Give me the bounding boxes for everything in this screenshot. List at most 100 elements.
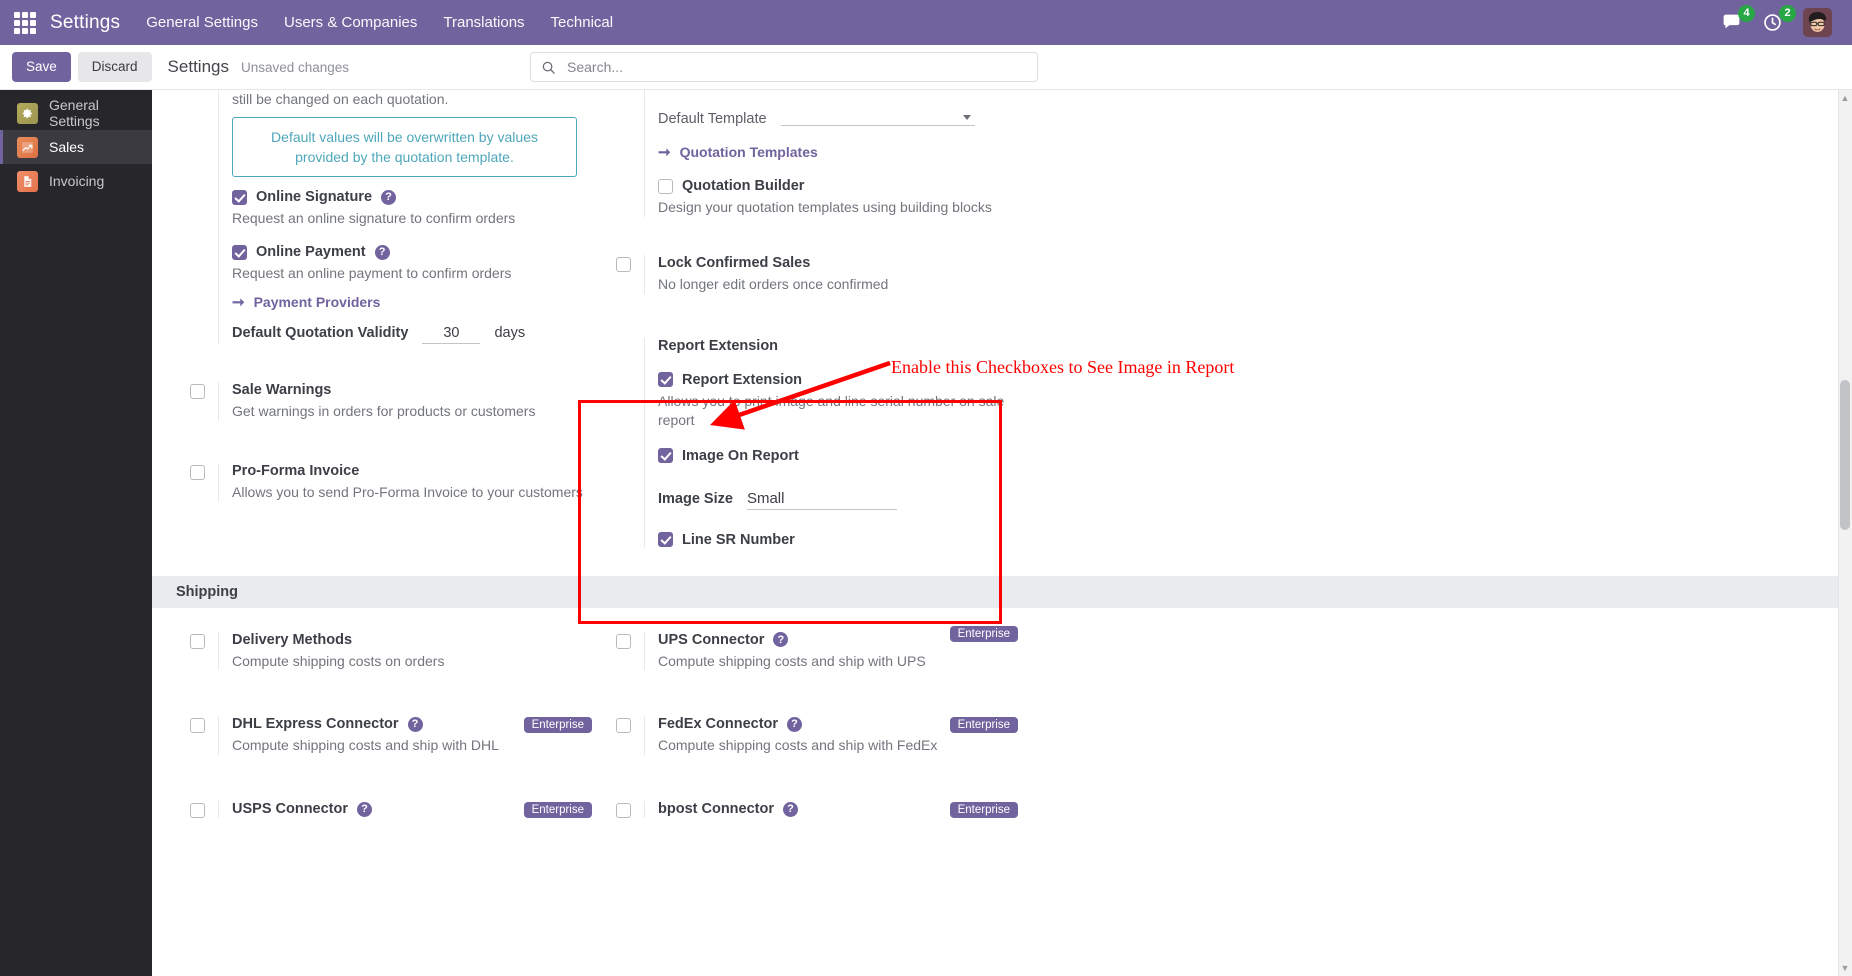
usps-body: USPS Connector ? Enterprise [218,801,602,819]
delivery-methods-checkbox-col [176,632,218,671]
quotation-templates-link[interactable]: ➞ Quotation Templates [658,143,1028,161]
sidebar-item-sales[interactable]: Sales [0,130,152,164]
online-signature-label: Online Signature [256,189,373,206]
online-payment-help: Request an online payment to confirm ord… [232,265,512,282]
image-size-select[interactable]: Small [746,488,897,510]
sale-warnings-body: Sale Warnings Get warnings in orders for… [218,382,602,422]
save-button[interactable]: Save [12,51,71,83]
search-box[interactable] [530,52,1038,82]
setting-bpost-connector: bpost Connector ? Enterprise [602,791,1028,828]
messages-button[interactable]: 4 [1721,5,1755,33]
default-template-select[interactable] [780,104,975,126]
activities-badge: 2 [1779,5,1796,22]
scroll-up-arrow-icon[interactable]: ▲ [1840,93,1850,103]
setting-sale-warnings: Sale Warnings Get warnings in orders for… [176,372,602,431]
bpost-help-icon[interactable]: ? [783,801,798,817]
usps-help-icon[interactable]: ? [357,801,373,817]
nav-item-technical[interactable]: Technical [551,14,614,31]
dhl-express-connector-checkbox[interactable] [189,718,205,734]
lock-confirmed-sales-help: No longer edit orders once confirmed [658,275,889,292]
payment-providers-link[interactable]: ➞ Payment Providers [232,293,602,311]
search-input[interactable] [565,58,1027,76]
top-navbar: Settings General Settings Users & Compan… [0,0,1852,45]
pro-forma-invoice-checkbox[interactable] [189,465,205,481]
ups-help-icon[interactable]: ? [773,632,789,648]
image-on-report-checkbox[interactable] [658,448,673,464]
online-payment-help-icon[interactable]: ? [374,244,390,260]
scroll-down-arrow-icon[interactable]: ▼ [1840,963,1850,973]
fedex-connector-label: FedEx Connector [658,716,779,733]
quotation-validity-input[interactable] [422,325,481,345]
fedex-connector-checkbox[interactable] [615,718,631,734]
payment-providers-link-label: Payment Providers [253,294,381,311]
quotation-builder-row: Quotation Builder [658,178,1028,194]
setting-lock-confirmed-sales: Lock Confirmed Sales No longer edit orde… [602,245,1028,304]
discard-button[interactable]: Discard [77,51,152,83]
delivery-methods-checkbox[interactable] [189,633,205,649]
nav-item-translations[interactable]: Translations [443,14,524,31]
ups-body: UPS Connector ? Compute shipping costs a… [644,625,1028,671]
settings-left-column: still be changed on each quotation. Defa… [176,90,602,558]
setting-quotation-defaults: still be changed on each quotation. Defa… [176,90,602,354]
app-brand-settings[interactable]: Settings [50,12,120,34]
nav-item-general-settings[interactable]: General Settings [146,14,258,31]
fedex-help-icon[interactable]: ? [787,716,803,732]
dhl-checkbox-col [176,716,218,755]
setting-delivery-methods: Delivery Methods Compute shipping costs … [176,622,602,681]
activities-button[interactable]: 2 [1762,5,1796,33]
arrow-right-icon: ➞ [658,144,671,161]
nav-item-users-companies[interactable]: Users & Companies [284,14,417,31]
bpost-checkbox-col [602,801,644,819]
report-extension-spacer-col [602,338,644,548]
delivery-methods-help: Compute shipping costs on orders [232,652,445,669]
apps-grid-icon[interactable] [14,11,36,34]
settings-right-column: Default Template ➞ Quotation Templates Q… [602,90,1028,558]
lock-confirmed-sales-label: Lock Confirmed Sales [658,254,811,271]
online-signature-checkbox[interactable] [232,189,247,205]
quotation-defaults-body: still be changed on each quotation. Defa… [218,90,602,345]
bpost-connector-checkbox[interactable] [615,803,631,819]
shipping-grid: Delivery Methods Compute shipping costs … [152,608,1852,829]
search-icon [542,61,555,74]
sale-warnings-label: Sale Warnings [232,382,332,399]
spacer-checkbox-col-right [602,90,644,217]
dhl-help-icon[interactable]: ? [407,716,423,732]
ups-connector-checkbox[interactable] [615,633,631,649]
quotation-builder-label: Quotation Builder [682,178,805,194]
online-payment-label: Online Payment [256,244,366,261]
shipping-section-header: Shipping [152,575,1852,608]
ups-connector-label: UPS Connector [658,631,765,648]
image-size-value: Small [746,489,785,507]
navbar-systray: 4 2 [1721,5,1838,37]
report-extension-checkbox[interactable] [658,372,673,388]
lock-confirmed-body: Lock Confirmed Sales No longer edit orde… [644,254,1028,294]
fedex-connector-help: Compute shipping costs and ship with Fed… [658,737,938,754]
dhl-enterprise-badge: Enterprise [523,717,592,734]
arrow-right-icon: ➞ [232,294,245,312]
online-signature-help-icon[interactable]: ? [381,189,397,205]
sales-chart-icon [17,136,38,158]
sidebar-item-label: General Settings [49,97,100,129]
sales-settings-grid: still be changed on each quotation. Defa… [152,90,1852,558]
scrollbar-thumb[interactable] [1840,380,1850,530]
image-size-label: Image Size [658,490,733,507]
fedex-body: FedEx Connector ? Compute shipping costs… [644,716,1028,756]
sidebar-item-general-settings[interactable]: General Settings [0,96,152,130]
quotation-builder-help: Design your quotation templates using bu… [658,199,992,215]
image-on-report-label: Image On Report [682,447,799,464]
line-sr-number-row: Line SR Number [658,532,1028,548]
lock-confirmed-sales-checkbox[interactable] [615,256,631,272]
line-sr-number-checkbox[interactable] [658,532,673,548]
setting-dhl-express-connector: DHL Express Connector ? Compute shipping… [176,706,602,765]
ups-enterprise-badge: Enterprise [949,625,1018,642]
avatar[interactable] [1803,8,1832,37]
quotation-builder-checkbox[interactable] [658,178,673,194]
usps-connector-checkbox[interactable] [189,803,205,819]
online-payment-checkbox[interactable] [232,244,247,260]
delivery-methods-body: Delivery Methods Compute shipping costs … [218,631,602,671]
settings-sidebar: General Settings Sales Invoicing [0,90,152,976]
vertical-scrollbar[interactable]: ▲ ▼ [1838,90,1852,976]
sale-warnings-checkbox[interactable] [189,384,205,400]
sidebar-item-invoicing[interactable]: Invoicing [0,164,152,198]
settings-scroll-area: still be changed on each quotation. Defa… [152,90,1852,976]
